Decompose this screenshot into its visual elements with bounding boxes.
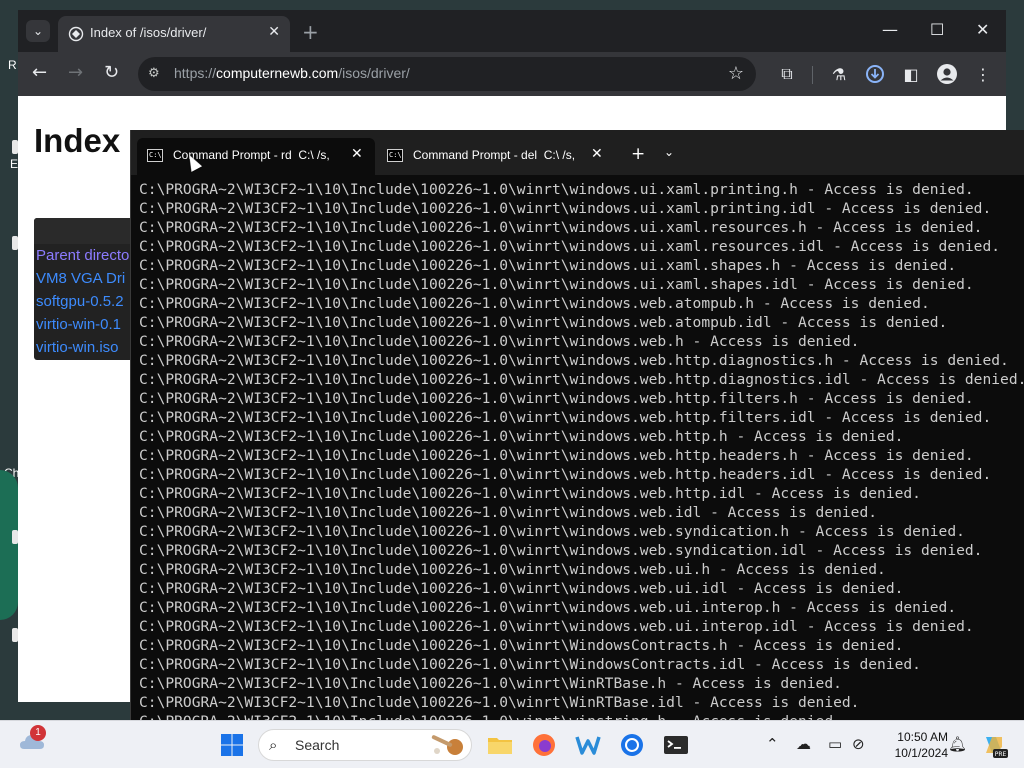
search-placeholder: Search [295, 737, 340, 753]
address-bar-url: https://computernewb.com/isos/driver/ [174, 65, 410, 81]
chevron-up-icon[interactable]: ⌃ [766, 735, 779, 753]
site-info-icon[interactable]: ⚙ [148, 66, 164, 82]
firefox-icon[interactable] [530, 731, 558, 759]
labs-flask-icon[interactable]: ⚗ [828, 63, 850, 85]
minimize-button[interactable]: — [882, 20, 898, 39]
desktop-icon-partial [0, 470, 18, 620]
onedrive-offline-icon[interactable]: ☁ [796, 735, 811, 753]
side-panel-icon[interactable]: ◧ [900, 63, 922, 85]
terminal-line: C:\PROGRA~2\WI3CF2~1\10\Include\100226~1… [139, 599, 957, 616]
terminal-icon[interactable] [662, 731, 690, 759]
address-bar[interactable]: ⚙ https://computernewb.com/isos/driver/ … [138, 57, 756, 91]
terminal-line: C:\PROGRA~2\WI3CF2~1\10\Include\100226~1… [139, 352, 1009, 369]
forward-button[interactable]: → [68, 62, 83, 83]
terminal-line: C:\PROGRA~2\WI3CF2~1\10\Include\100226~1… [139, 504, 878, 521]
chrome-icon[interactable] [618, 731, 646, 759]
terminal-line: C:\PROGRA~2\WI3CF2~1\10\Include\100226~1… [139, 712, 1024, 720]
terminal-line: C:\PROGRA~2\WI3CF2~1\10\Include\100226~1… [139, 200, 992, 217]
terminal-new-tab-button[interactable]: + [631, 144, 645, 164]
tab-search-button[interactable]: ⌄ [26, 20, 50, 42]
network-icon[interactable]: ⊘ [852, 735, 865, 753]
terminal-line: C:\PROGRA~2\WI3CF2~1\10\Include\100226~1… [139, 466, 992, 483]
system-clock[interactable]: 10:50 AM 10/1/2024 [876, 729, 948, 761]
copilot-icon[interactable]: PRE [980, 731, 1008, 759]
terminal-line: C:\PROGRA~2\WI3CF2~1\10\Include\100226~1… [139, 333, 860, 350]
notification-badge: 1 [30, 725, 46, 741]
terminal-tab-strip: C:\ Command Prompt - rd C:\ /s, ✕ C:\ Co… [131, 130, 1024, 175]
terminal-line: C:\PROGRA~2\WI3CF2~1\10\Include\100226~1… [139, 447, 974, 464]
terminal-tab-label: Command Prompt - del C:\ /s, [413, 148, 576, 162]
terminal-line: C:\PROGRA~2\WI3CF2~1\10\Include\100226~1… [139, 656, 921, 673]
terminal-line: C:\PROGRA~2\WI3CF2~1\10\Include\100226~1… [139, 485, 921, 502]
page-title: Index [34, 122, 121, 159]
toolbar-divider [812, 66, 813, 84]
notification-bell-icon[interactable]: 🔔︎ [948, 735, 967, 753]
terminal-line: C:\PROGRA~2\WI3CF2~1\10\Include\100226~1… [139, 257, 957, 274]
terminal-line: C:\PROGRA~2\WI3CF2~1\10\Include\100226~1… [139, 181, 974, 198]
terminal-line: C:\PROGRA~2\WI3CF2~1\10\Include\100226~1… [139, 390, 974, 407]
terminal-line: C:\PROGRA~2\WI3CF2~1\10\Include\100226~1… [139, 561, 886, 578]
browser-tab-strip: ⌄ Index of /isos/driver/ ✕ + — ☐ ✕ [18, 10, 1006, 52]
command-prompt-icon: C:\ [147, 149, 163, 162]
display-icon[interactable]: ▭ [828, 735, 842, 753]
reload-button[interactable]: ↻ [104, 62, 119, 83]
extensions-icon[interactable]: ⧉ [776, 63, 798, 85]
terminal-line: C:\PROGRA~2\WI3CF2~1\10\Include\100226~1… [139, 371, 1024, 388]
profile-avatar-icon[interactable] [936, 63, 958, 85]
terminal-output[interactable]: C:\PROGRA~2\WI3CF2~1\10\Include\100226~1… [139, 180, 1024, 720]
desktop-label: E [10, 157, 19, 171]
terminal-window: C:\ Command Prompt - rd C:\ /s, ✕ C:\ Co… [130, 130, 1024, 720]
terminal-line: C:\PROGRA~2\WI3CF2~1\10\Include\100226~1… [139, 637, 904, 654]
terminal-line: C:\PROGRA~2\WI3CF2~1\10\Include\100226~1… [139, 238, 1001, 255]
download-icon[interactable] [864, 63, 886, 85]
new-tab-button[interactable]: + [302, 20, 319, 44]
browser-tab[interactable]: Index of /isos/driver/ ✕ [58, 16, 290, 52]
close-window-button[interactable]: ✕ [976, 20, 989, 39]
back-button[interactable]: ← [32, 62, 47, 83]
terminal-line: C:\PROGRA~2\WI3CF2~1\10\Include\100226~1… [139, 428, 904, 445]
desktop-label: R [8, 58, 17, 72]
terminal-line: C:\PROGRA~2\WI3CF2~1\10\Include\100226~1… [139, 409, 992, 426]
terminal-tab-active[interactable]: C:\ Command Prompt - rd C:\ /s, ✕ [137, 138, 375, 175]
directory-favicon-icon [68, 26, 84, 42]
menu-kebab-icon[interactable]: ⋮ [972, 63, 994, 85]
bookmark-star-icon[interactable]: ☆ [728, 63, 744, 84]
terminal-line: C:\PROGRA~2\WI3CF2~1\10\Include\100226~1… [139, 694, 860, 711]
taskbar: 1 ⌕ Search ⌃ ☁ ▭ ⊘ 10:50 AM 10/1/2024 🔔︎… [0, 720, 1024, 768]
terminal-line: C:\PROGRA~2\WI3CF2~1\10\Include\100226~1… [139, 314, 948, 331]
terminal-line: C:\PROGRA~2\WI3CF2~1\10\Include\100226~1… [139, 523, 965, 540]
terminal-line: C:\PROGRA~2\WI3CF2~1\10\Include\100226~1… [139, 580, 904, 597]
file-explorer-icon[interactable] [486, 731, 514, 759]
close-tab-icon[interactable]: ✕ [351, 146, 363, 162]
search-highlight-icon [431, 735, 463, 755]
terminal-line: C:\PROGRA~2\WI3CF2~1\10\Include\100226~1… [139, 675, 842, 692]
terminal-line: C:\PROGRA~2\WI3CF2~1\10\Include\100226~1… [139, 618, 974, 635]
preview-badge: PRE [995, 751, 1007, 758]
wps-writer-icon[interactable] [574, 731, 602, 759]
terminal-line: C:\PROGRA~2\WI3CF2~1\10\Include\100226~1… [139, 219, 983, 236]
terminal-line: C:\PROGRA~2\WI3CF2~1\10\Include\100226~1… [139, 276, 974, 293]
windows-start-icon[interactable] [220, 733, 244, 757]
maximize-button[interactable]: ☐ [930, 20, 944, 39]
clock-date: 10/1/2024 [894, 746, 948, 760]
terminal-line: C:\PROGRA~2\WI3CF2~1\10\Include\100226~1… [139, 295, 930, 312]
browser-toolbar: ← → ↻ ⚙ https://computernewb.com/isos/dr… [18, 52, 1006, 96]
search-icon: ⌕ [269, 736, 278, 754]
browser-tab-title: Index of /isos/driver/ [90, 25, 207, 40]
close-tab-icon[interactable]: ✕ [268, 24, 280, 40]
clock-time: 10:50 AM [897, 730, 948, 744]
command-prompt-icon: C:\ [387, 149, 403, 162]
terminal-line: C:\PROGRA~2\WI3CF2~1\10\Include\100226~1… [139, 542, 983, 559]
terminal-tab[interactable]: C:\ Command Prompt - del C:\ /s, ✕ [377, 138, 617, 175]
chevron-down-icon[interactable]: ⌄ [664, 145, 674, 159]
close-tab-icon[interactable]: ✕ [591, 146, 603, 162]
taskbar-search-box[interactable]: ⌕ Search [258, 729, 472, 761]
